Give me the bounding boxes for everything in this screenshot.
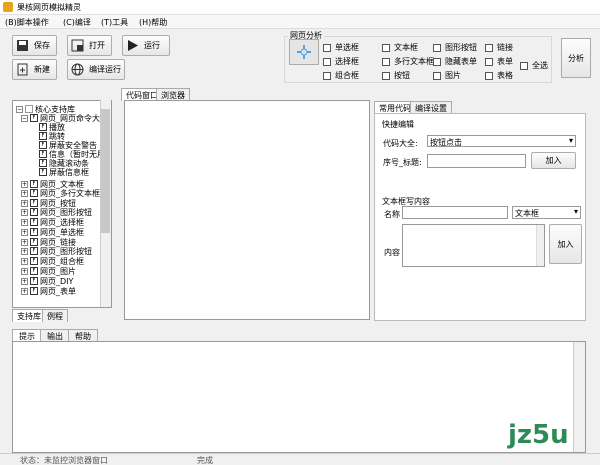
name-label: 名称 [384, 210, 400, 219]
chk-radio[interactable]: 单选框 [323, 42, 359, 53]
menu-help[interactable]: (H)帮助 [139, 17, 167, 28]
chk-multiline[interactable]: 多行文本框 [382, 56, 434, 67]
tree-item[interactable]: + F 网页_图片 [21, 266, 76, 276]
name-type-dropdown[interactable]: 文本框 [512, 206, 581, 219]
status-bar: 状态：未监控浏览器窗口 完成 [0, 453, 600, 465]
tree-item[interactable]: + F 网页_选择框 [21, 217, 84, 227]
quick-edit-title: 快捷编辑 [382, 120, 414, 129]
name-input[interactable] [402, 206, 508, 219]
status-right: 完成 [197, 456, 213, 465]
content-textarea[interactable] [402, 224, 545, 267]
app-icon [3, 2, 13, 12]
open-button[interactable]: 打开 [67, 35, 112, 56]
tree-scroll-thumb[interactable] [101, 109, 110, 233]
save-button[interactable]: 保存 [12, 35, 57, 56]
run-button[interactable]: 运行 [122, 35, 170, 56]
analyze-button[interactable]: 分析 [561, 38, 591, 78]
chk-image[interactable]: 图片 [433, 70, 461, 81]
chk-combo[interactable]: 组合框 [323, 70, 359, 81]
tree-item[interactable]: + F 网页_DIY [21, 276, 73, 286]
status-left: 状态：未监控浏览器窗口 [20, 456, 108, 465]
add-button-2[interactable]: 加入 [549, 224, 582, 264]
chk-link[interactable]: 链接 [485, 42, 513, 53]
open-icon [71, 39, 84, 52]
chk-image-button[interactable]: 图形按钮 [433, 42, 477, 53]
chk-select-all[interactable]: 全选 [520, 60, 548, 71]
tree-item[interactable]: + F 网页_多行文本框 [21, 188, 100, 198]
chk-table[interactable]: 表格 [485, 70, 513, 81]
compile-run-button[interactable]: 编译运行 [67, 59, 125, 80]
content-scrollbar[interactable] [536, 225, 544, 266]
tree-item[interactable]: + F 网页_表单 [21, 286, 76, 296]
code-dropdown[interactable]: 按钮点击 [427, 135, 576, 147]
chk-select[interactable]: 选择框 [323, 56, 359, 67]
output-scrollbar[interactable] [573, 342, 585, 452]
tab-examples[interactable]: 例程 [42, 309, 68, 322]
code-editor[interactable] [124, 100, 370, 320]
chk-textbox[interactable]: 文本框 [382, 42, 418, 53]
play-icon [128, 40, 138, 51]
save-icon [17, 40, 28, 51]
index-label: 序号_标题: [383, 158, 422, 167]
tree-item[interactable]: + F 网页_组合框 [21, 256, 84, 266]
tree-item[interactable]: F 屏蔽信息框 [39, 167, 89, 177]
crosshair-icon [297, 45, 311, 59]
menu-bar: (B)脚本操作 (C)编译 (T)工具 (H)帮助 [0, 15, 600, 29]
output-area[interactable] [12, 341, 586, 453]
code-label: 代码大全: [383, 139, 418, 148]
menu-tools[interactable]: (T)工具 [101, 17, 128, 28]
watermark-logo: jz5u [508, 420, 569, 450]
tree-item[interactable]: + F 网页_单选框 [21, 227, 84, 237]
menu-script[interactable]: (B)脚本操作 [5, 17, 49, 28]
crosshair-button[interactable] [289, 39, 319, 65]
tab-support-library[interactable]: 支持库 [12, 309, 46, 322]
globe-icon [71, 63, 84, 76]
tree-item[interactable]: + F 网页_图形按钮 [21, 207, 92, 217]
chk-hidden-form[interactable]: 隐藏表单 [433, 56, 477, 67]
new-file-icon [17, 63, 28, 76]
menu-compile[interactable]: (C)编译 [63, 17, 91, 28]
tree-item[interactable]: + F 网页_图形按钮 [21, 246, 92, 256]
app-title: 果核网页模拟精灵 [17, 3, 81, 12]
index-input[interactable] [427, 154, 526, 168]
support-library-tree: − 核心支持库 − F 网页_网页命令大全 F 播放 F 跳转 F 屏蔽安全警告 F 信息（暂… [12, 100, 112, 308]
chk-form[interactable]: 表单 [485, 56, 513, 67]
add-button-1[interactable]: 加入 [531, 152, 576, 169]
content-label: 内容 [384, 248, 400, 257]
chk-button[interactable]: 按钮 [382, 70, 410, 81]
title-bar: 果核网页模拟精灵 [0, 0, 600, 15]
new-button[interactable]: 新建 [12, 59, 57, 80]
